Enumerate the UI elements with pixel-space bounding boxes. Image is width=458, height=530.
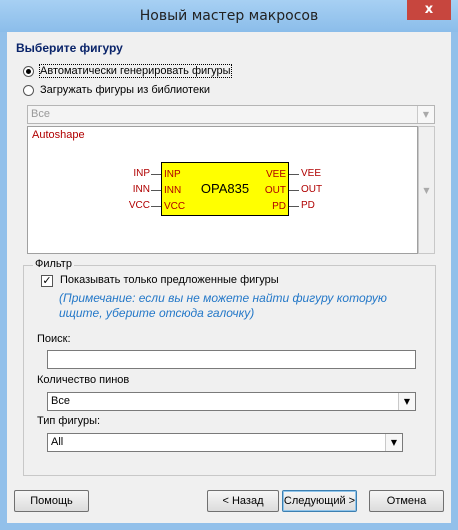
dialog-body: Выберите фигуру Автоматически генерирова… <box>7 32 451 523</box>
pin-count-value: Все <box>51 395 70 407</box>
radio-auto-generate[interactable]: Автоматически генерировать фигуры <box>23 63 232 79</box>
shape-type-select[interactable]: All ▼ <box>47 433 403 452</box>
preview-scrollbar[interactable]: ▼ <box>418 126 435 254</box>
pin-line <box>151 206 161 207</box>
close-button[interactable]: x <box>407 0 451 20</box>
help-button[interactable]: Помощь <box>14 490 89 512</box>
radio-load-library[interactable]: Загружать фигуры из библиотеки <box>23 82 210 98</box>
chevron-down-icon[interactable]: ▼ <box>385 434 402 451</box>
checkmark-icon: ✓ <box>42 274 52 287</box>
pin-line <box>289 190 299 191</box>
pin-line <box>289 206 299 207</box>
pin-right-label: OUT <box>301 184 323 195</box>
pin-line <box>151 190 161 191</box>
shape-type-value: All <box>51 436 64 448</box>
search-label: Поиск: <box>37 333 71 345</box>
chip-pin-inside-label: OUT <box>264 185 286 196</box>
radio-load-library-label[interactable]: Загружать фигуры из библиотеки <box>40 84 210 96</box>
next-button[interactable]: Следующий > <box>282 490 357 512</box>
show-suggested-label[interactable]: Показывать только предложенные фигуры <box>60 274 279 286</box>
show-suggested-checkbox[interactable]: ✓ <box>41 275 53 287</box>
pin-line <box>289 174 299 175</box>
pin-count-select[interactable]: Все ▼ <box>47 392 416 411</box>
window-frame-left <box>0 32 7 530</box>
radio-button-selected[interactable] <box>23 65 34 77</box>
pin-right-label: PD <box>301 200 315 211</box>
chevron-down-icon: ▼ <box>417 106 434 123</box>
back-button[interactable]: < Назад <box>207 490 279 512</box>
chip-symbol: INP INN VCC OPA835 VEE OUT PD <box>161 162 289 216</box>
chevron-down-icon[interactable]: ▼ <box>398 393 415 410</box>
filter-title: Фильтр <box>33 258 74 270</box>
library-combo: Все ▼ <box>27 105 435 124</box>
page-heading: Выберите фигуру <box>16 41 123 55</box>
pin-right-label: VEE <box>301 168 322 179</box>
shape-preview: Autoshape INP INN VCC INP INN VCC OPA835… <box>27 126 418 254</box>
pin-left-label: INP <box>133 168 150 179</box>
chip-pin-inside-label: PD <box>272 201 286 212</box>
window-frame-bottom <box>0 523 458 530</box>
chip-pin-inside-label: VEE <box>265 169 286 180</box>
pin-line <box>151 174 161 175</box>
search-input[interactable] <box>47 350 416 369</box>
pin-left-label: VCC <box>128 200 150 211</box>
radio-auto-generate-label[interactable]: Автоматически генерировать фигуры <box>39 64 232 78</box>
window-title: Новый мастер макросов <box>139 8 319 24</box>
library-combo-value: Все <box>31 108 50 120</box>
radio-button[interactable] <box>23 84 34 96</box>
close-icon: x <box>424 2 434 17</box>
filter-note: (Примечание: если вы не можете найти фиг… <box>59 291 387 320</box>
pin-count-label: Количество пинов <box>37 374 130 386</box>
window-frame-right <box>451 32 458 530</box>
preview-caption: Autoshape <box>32 129 85 141</box>
cancel-button[interactable]: Отмена <box>369 490 444 512</box>
shape-type-label: Тип фигуры: <box>37 415 101 427</box>
scroll-down-icon: ▼ <box>423 186 430 195</box>
pin-left-label: INN <box>132 184 150 195</box>
